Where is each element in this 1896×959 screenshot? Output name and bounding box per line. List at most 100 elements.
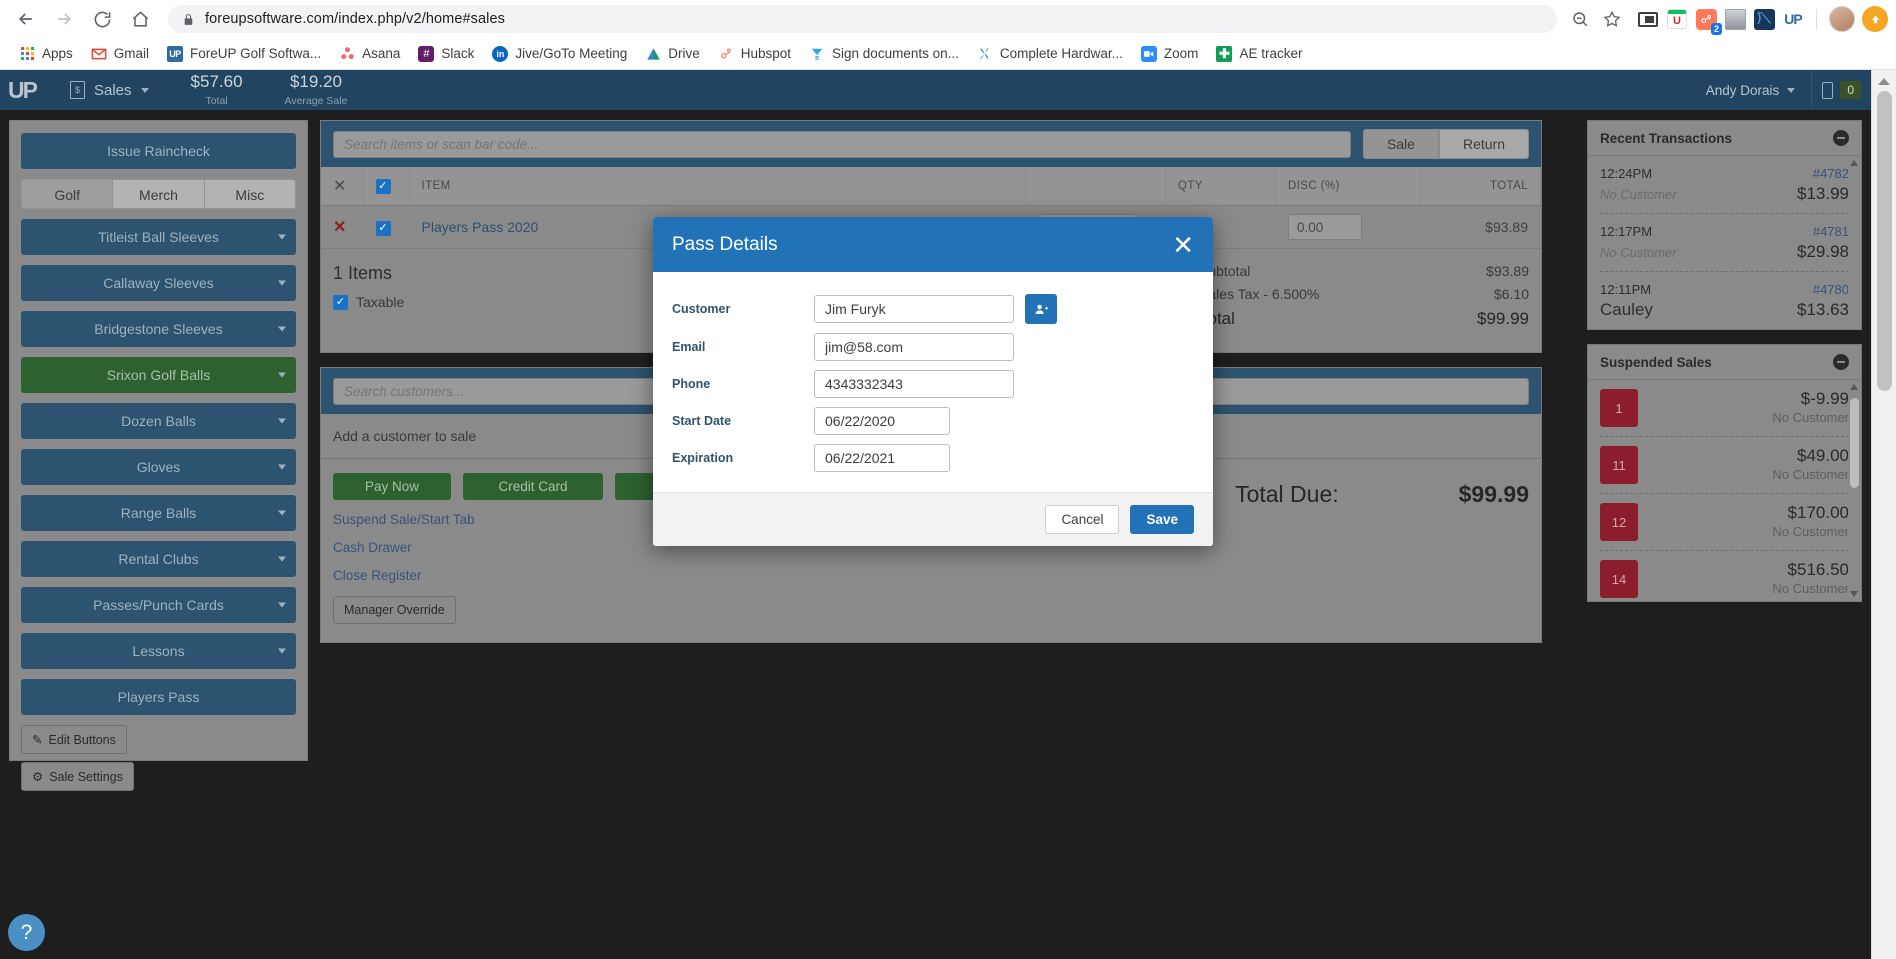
category-passes-punch-cards[interactable]: Passes/Punch Cards xyxy=(21,587,296,623)
picture-in-picture-icon[interactable] xyxy=(1637,8,1659,30)
profile-avatar[interactable] xyxy=(1829,6,1855,32)
chevron-down-icon xyxy=(278,234,286,240)
page-scrollbar[interactable] xyxy=(1871,70,1896,959)
reload-button[interactable] xyxy=(84,1,120,37)
bookmark-jive[interactable]: in Jive/GoTo Meeting xyxy=(483,43,636,65)
tab-merch[interactable]: Merch xyxy=(112,179,204,209)
close-icon[interactable]: ✕ xyxy=(1172,232,1194,258)
phone-count-badge: 0 xyxy=(1840,81,1861,99)
manager-override-button[interactable]: Manager Override xyxy=(333,596,456,624)
row-checkbox[interactable]: ✓ xyxy=(363,205,410,249)
category-srixon-golf-balls[interactable]: Srixon Golf Balls xyxy=(21,357,296,393)
forward-button[interactable] xyxy=(46,1,82,37)
customer-field[interactable] xyxy=(814,295,1014,323)
ae-tracker-icon: ✚ xyxy=(1216,45,1233,62)
phone-field[interactable] xyxy=(814,370,1014,398)
txn-number: #4781 xyxy=(1812,224,1849,239)
pay-now-button[interactable]: Pay Now xyxy=(333,473,451,500)
bookmark-gmail[interactable]: Gmail xyxy=(82,43,158,65)
edit-buttons-button[interactable]: ✎ Edit Buttons xyxy=(21,725,127,754)
zoom-out-icon[interactable] xyxy=(1565,4,1595,34)
list-item[interactable]: 12:11PM #4780 Cauley $13.63 xyxy=(1600,272,1849,329)
bookmark-drive[interactable]: Drive xyxy=(636,43,709,65)
select-all-header[interactable]: ✓ xyxy=(363,167,410,206)
add-customer-button[interactable] xyxy=(1025,294,1057,324)
category-bridgestone-sleeves[interactable]: Bridgestone Sleeves xyxy=(21,311,296,347)
collapse-icon[interactable] xyxy=(1833,130,1849,146)
scrollbar-thumb[interactable] xyxy=(1850,398,1859,488)
list-item[interactable]: 12:17PM #4781 No Customer $29.98 xyxy=(1600,214,1849,272)
collapse-icon[interactable] xyxy=(1833,354,1849,370)
phone-messages-button[interactable]: 0 xyxy=(1811,70,1871,110)
expiration-field[interactable] xyxy=(814,444,950,472)
home-button[interactable] xyxy=(122,1,158,37)
photo-extension-icon[interactable] xyxy=(1724,8,1746,30)
bookmark-sign-documents[interactable]: Sign documents on... xyxy=(800,43,968,65)
help-button[interactable]: ? xyxy=(8,914,45,951)
category-titleist-ball-sleeves[interactable]: Titleist Ball Sleeves xyxy=(21,219,296,255)
field-label: Start Date xyxy=(672,414,732,428)
update-arrow-icon[interactable] xyxy=(1862,6,1888,32)
up-extension-icon[interactable]: UP xyxy=(1782,8,1804,30)
category-rental-clubs[interactable]: Rental Clubs xyxy=(21,541,296,577)
txn-amount: $29.98 xyxy=(1797,242,1849,261)
scroll-down-icon[interactable] xyxy=(1850,591,1858,597)
category-label: Callaway Sleeves xyxy=(103,275,214,291)
bookmark-foreup[interactable]: UP ForeUP Golf Softwa... xyxy=(158,43,330,65)
bookmark-zoom[interactable]: Zoom xyxy=(1132,43,1208,65)
bookmark-apps[interactable]: Apps xyxy=(10,43,82,65)
return-button[interactable]: Return xyxy=(1438,129,1529,159)
list-item[interactable]: 12:24PM #4782 No Customer $13.99 xyxy=(1600,156,1849,214)
issue-raincheck-button[interactable]: Issue Raincheck xyxy=(21,133,296,169)
bookmark-slack[interactable]: # Slack xyxy=(409,43,483,65)
sale-button[interactable]: Sale xyxy=(1362,129,1439,159)
user-menu[interactable]: Andy Dorais xyxy=(1706,83,1812,98)
bookmark-hubspot[interactable]: Hubspot xyxy=(709,43,800,65)
scrollbar-thumb[interactable] xyxy=(1876,91,1892,391)
suspended-amount: $-9.99 xyxy=(1800,389,1849,408)
list-item[interactable]: 12 $170.00 No Customer xyxy=(1600,494,1849,551)
scroll-up-icon[interactable] xyxy=(1878,78,1890,85)
category-range-balls[interactable]: Range Balls xyxy=(21,495,296,531)
item-search-input[interactable] xyxy=(333,130,1351,158)
row-disc-cell[interactable] xyxy=(1275,205,1421,249)
address-bar[interactable]: foreupsoftware.com/index.php/v2/home#sal… xyxy=(168,5,1557,33)
suspended-sales-scrollbar[interactable] xyxy=(1848,380,1861,601)
credit-card-button[interactable]: Credit Card xyxy=(463,473,603,500)
tab-misc[interactable]: Misc xyxy=(203,179,296,209)
cancel-button[interactable]: Cancel xyxy=(1045,505,1120,534)
bookmark-ae-tracker[interactable]: ✚ AE tracker xyxy=(1207,43,1311,65)
back-button[interactable] xyxy=(8,1,44,37)
remove-all-header[interactable]: ✕ xyxy=(321,167,364,206)
list-item[interactable]: 11 $49.00 No Customer xyxy=(1600,437,1849,494)
category-gloves[interactable]: Gloves xyxy=(21,449,296,485)
save-button[interactable]: Save xyxy=(1130,505,1194,534)
list-item[interactable]: 14 $516.50 No Customer xyxy=(1600,551,1849,601)
bookmark-complete-hardware[interactable]: Complete Hardwar... xyxy=(968,43,1132,65)
email-field[interactable] xyxy=(814,333,1014,361)
zoom-app-icon xyxy=(1140,45,1157,62)
bookmark-label: Slack xyxy=(441,46,475,61)
scroll-up-icon[interactable] xyxy=(1850,384,1858,390)
category-dozen-balls[interactable]: Dozen Balls xyxy=(21,403,296,439)
sales-menu[interactable]: $ Sales xyxy=(70,81,149,99)
category-players-pass[interactable]: Players Pass xyxy=(21,679,296,715)
row-disc-input[interactable] xyxy=(1288,214,1362,240)
field-customer: Customer xyxy=(672,294,1194,324)
close-register-link[interactable]: Close Register xyxy=(333,568,1235,583)
bookmark-asana[interactable]: Asana xyxy=(330,43,409,65)
category-callaway-sleeves[interactable]: Callaway Sleeves xyxy=(21,265,296,301)
tab-golf[interactable]: Golf xyxy=(21,179,113,209)
user-name: Andy Dorais xyxy=(1705,82,1780,98)
list-item[interactable]: 1 $-9.99 No Customer xyxy=(1600,380,1849,437)
remove-row-button[interactable]: ✕ xyxy=(321,205,364,249)
start-date-field[interactable] xyxy=(814,407,950,435)
hubspot-icon[interactable]: 2 xyxy=(1695,8,1722,35)
bookmark-star-icon[interactable] xyxy=(1597,4,1627,34)
scroll-up-icon[interactable] xyxy=(1850,160,1858,166)
sale-settings-button[interactable]: ⚙ Sale Settings xyxy=(21,762,134,791)
recent-transactions-scrollbar[interactable] xyxy=(1848,156,1861,329)
dx-extension-icon[interactable]: ⟌⟍ xyxy=(1753,8,1775,30)
lastpass-icon[interactable] xyxy=(1666,8,1688,30)
category-lessons[interactable]: Lessons xyxy=(21,633,296,669)
